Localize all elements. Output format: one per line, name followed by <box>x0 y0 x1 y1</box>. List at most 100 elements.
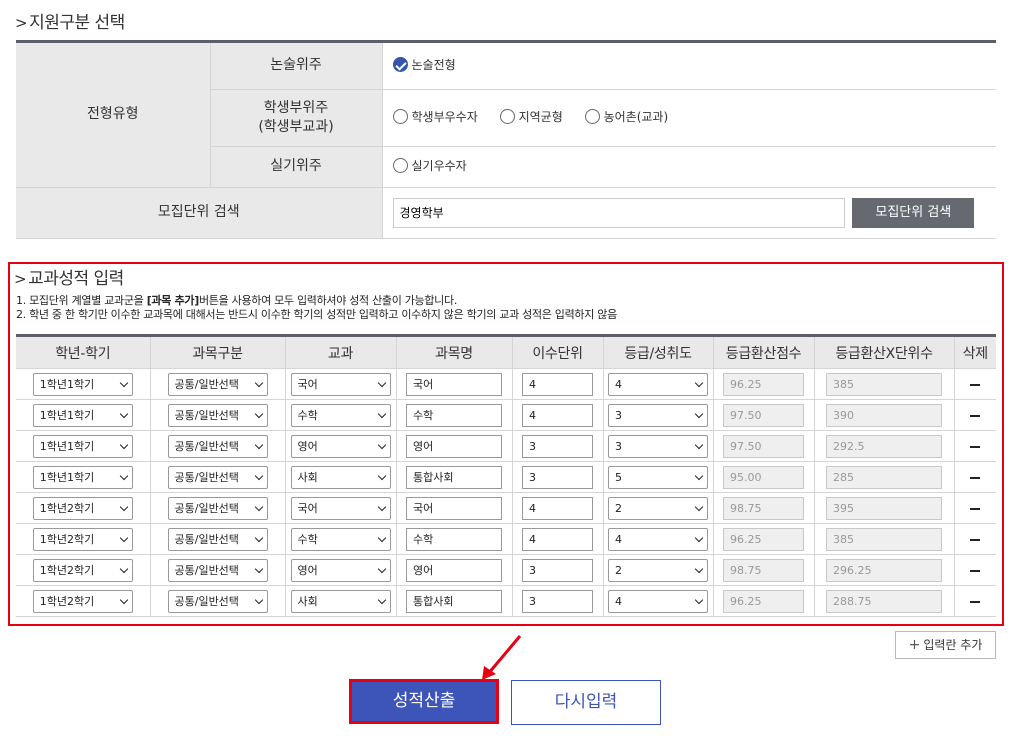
table-row: 1학년2학기 공통/일반선택 국어 국어 4 2 98.75 395 <box>16 492 996 524</box>
search-button[interactable]: 모집단위 검색 <box>852 197 975 228</box>
student-record-label: 학생부위주 (학생부교과) <box>210 89 383 147</box>
chevron-down-icon <box>694 502 704 511</box>
table-row: 1학년1학기 공통/일반선택 사회 통합사회 3 5 95.00 285 <box>16 461 996 493</box>
radio-excellent-student[interactable]: 학생부우수자 <box>392 108 478 125</box>
course-input[interactable]: 통합사회 <box>406 465 502 489</box>
radio-rural[interactable]: 농어촌(교과) <box>584 108 668 125</box>
radio-practical[interactable]: 실기우수자 <box>392 157 467 174</box>
cell-delete <box>954 585 996 617</box>
delete-row-icon[interactable] <box>970 445 981 448</box>
chevron-down-icon <box>377 502 386 511</box>
cell-term: 1학년2학기 <box>16 585 151 617</box>
units-input[interactable]: 4 <box>522 527 593 551</box>
category-select[interactable]: 공통/일반선택 <box>167 496 268 520</box>
cell-course: 통합사회 <box>396 585 513 617</box>
subject-select[interactable]: 사회 <box>290 465 391 489</box>
search-input[interactable] <box>392 197 845 228</box>
table-row: 1학년2학기 공통/일반선택 영어 영어 3 2 98.75 296.25 <box>16 554 996 586</box>
grade-select[interactable]: 3 <box>608 434 708 458</box>
cell-score: 96.25 <box>713 523 815 555</box>
course-input[interactable]: 영어 <box>406 558 502 582</box>
chevron-right-icon: > <box>15 14 28 32</box>
subject-select[interactable]: 수학 <box>290 527 391 551</box>
search-label: 모집단위 검색 <box>16 187 383 239</box>
term-select[interactable]: 1학년1학기 <box>32 403 133 427</box>
term-select[interactable]: 1학년1학기 <box>32 434 133 458</box>
category-select[interactable]: 공통/일반선택 <box>167 403 268 427</box>
category-select[interactable]: 공통/일반선택 <box>167 558 268 582</box>
category-select[interactable]: 공통/일반선택 <box>167 589 268 613</box>
subject-select[interactable]: 국어 <box>290 372 391 396</box>
category-select[interactable]: 공통/일반선택 <box>167 372 268 396</box>
cell-category: 공통/일반선택 <box>150 585 286 617</box>
cell-score: 97.50 <box>713 430 815 462</box>
category-select[interactable]: 공통/일반선택 <box>167 527 268 551</box>
units-input[interactable]: 3 <box>522 434 593 458</box>
units-input[interactable]: 3 <box>522 465 593 489</box>
weighted-output: 288.75 <box>826 589 942 613</box>
term-select[interactable]: 1학년2학기 <box>32 527 133 551</box>
category-select[interactable]: 공통/일반선택 <box>167 465 268 489</box>
units-input[interactable]: 3 <box>522 558 593 582</box>
subject-select[interactable]: 사회 <box>290 589 391 613</box>
grade-select[interactable]: 2 <box>608 558 708 582</box>
chevron-down-icon <box>254 564 263 573</box>
chevron-down-icon <box>254 440 263 449</box>
course-input[interactable]: 국어 <box>406 372 502 396</box>
radio-essay[interactable]: 논술전형 <box>392 56 456 73</box>
course-input[interactable]: 수학 <box>406 527 502 551</box>
support-type-panel: 전형유형 논술위주 논술전형 학생부위주 (학생부교과) 학생부우수자 지역균형… <box>16 40 996 239</box>
grade-select[interactable]: 5 <box>608 465 708 489</box>
chevron-down-icon <box>377 409 386 418</box>
section2-title: > 교과성적 입력 <box>14 269 124 289</box>
term-select[interactable]: 1학년2학기 <box>32 496 133 520</box>
units-input[interactable]: 3 <box>522 589 593 613</box>
cell-score: 96.25 <box>713 585 815 617</box>
grade-select[interactable]: 4 <box>608 527 708 551</box>
delete-row-icon[interactable] <box>970 538 981 541</box>
term-select[interactable]: 1학년2학기 <box>32 589 133 613</box>
course-input[interactable]: 국어 <box>406 496 502 520</box>
delete-row-icon[interactable] <box>970 383 981 386</box>
delete-row-icon[interactable] <box>970 414 981 417</box>
subject-select[interactable]: 영어 <box>290 434 391 458</box>
term-select[interactable]: 1학년2학기 <box>32 558 133 582</box>
add-row-button[interactable]: + 입력란 추가 <box>895 631 996 659</box>
cell-subject: 영어 <box>285 430 397 462</box>
chevron-down-icon <box>119 533 128 542</box>
grade-select[interactable]: 4 <box>608 372 708 396</box>
cell-category: 공통/일반선택 <box>150 461 286 493</box>
reset-button[interactable]: 다시입력 <box>511 680 661 725</box>
cell-units: 4 <box>512 523 604 555</box>
course-input[interactable]: 영어 <box>406 434 502 458</box>
cell-subject: 국어 <box>285 368 397 400</box>
course-input[interactable]: 수학 <box>406 403 502 427</box>
units-input[interactable]: 4 <box>522 372 593 396</box>
grade-select[interactable]: 4 <box>608 589 708 613</box>
units-input[interactable]: 4 <box>522 403 593 427</box>
radio-regional-balance[interactable]: 지역균형 <box>499 108 563 125</box>
delete-row-icon[interactable] <box>970 569 981 572</box>
radio-icon <box>392 109 408 124</box>
delete-row-icon[interactable] <box>970 507 981 510</box>
cell-weighted: 292.5 <box>814 430 955 462</box>
grade-select[interactable]: 2 <box>608 496 708 520</box>
weighted-output: 296.25 <box>826 558 942 582</box>
subject-select[interactable]: 영어 <box>290 558 391 582</box>
delete-row-icon[interactable] <box>970 600 981 603</box>
cell-term: 1학년1학기 <box>16 430 151 462</box>
term-select[interactable]: 1학년1학기 <box>32 372 133 396</box>
units-input[interactable]: 4 <box>522 496 593 520</box>
radio-icon <box>584 109 600 124</box>
header-subject: 교과 <box>285 335 397 369</box>
grade-select[interactable]: 3 <box>608 403 708 427</box>
course-input[interactable]: 통합사회 <box>406 589 502 613</box>
subject-select[interactable]: 국어 <box>290 496 391 520</box>
subject-select[interactable]: 수학 <box>290 403 391 427</box>
category-select[interactable]: 공통/일반선택 <box>167 434 268 458</box>
delete-row-icon[interactable] <box>970 476 981 479</box>
cell-category: 공통/일반선택 <box>150 554 286 586</box>
calculate-button[interactable]: 성적산출 <box>349 679 499 724</box>
chevron-down-icon <box>694 378 704 387</box>
term-select[interactable]: 1학년1학기 <box>32 465 133 489</box>
